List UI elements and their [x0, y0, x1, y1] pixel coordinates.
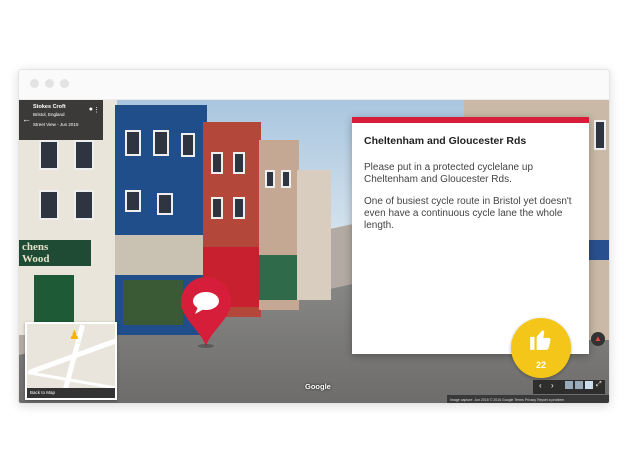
date-label[interactable]: Street View - Jun 2015	[33, 122, 99, 127]
card-title: Cheltenham and Gloucester Rds	[364, 135, 527, 147]
minimap[interactable]: ♟ Back to Map	[25, 322, 117, 400]
chevron-left-icon[interactable]: ‹	[539, 381, 542, 390]
card-paragraph-1: Please put in a protected cyclelane up C…	[364, 162, 533, 185]
like-count: 22	[535, 360, 546, 370]
location-header: ← Stokes Croft Bristol, England Street V…	[19, 100, 103, 140]
pegman-icon[interactable]: ♟	[69, 328, 80, 342]
attribution-footer[interactable]: Image capture: Jun 2015 © 2016 Google Te…	[447, 395, 609, 403]
close-dot[interactable]	[30, 79, 39, 88]
maximize-dot[interactable]	[60, 79, 69, 88]
pano-thumbnail[interactable]	[565, 381, 573, 389]
expand-icon[interactable]: ⤢	[596, 381, 602, 389]
like-button[interactable]: 22	[511, 318, 571, 378]
more-vert-icon[interactable]: ⋮	[93, 106, 100, 114]
thumbs-up-icon	[530, 330, 551, 350]
compass-icon[interactable]: ▲	[591, 332, 605, 346]
minimize-dot[interactable]	[45, 79, 54, 88]
card-paragraph-2: One of busiest cycle route in Bristol ye…	[364, 196, 572, 231]
pano-navigation: ‹ › ⤢	[533, 380, 605, 394]
back-to-map-button[interactable]: Back to Map	[27, 388, 115, 398]
pano-thumbnail[interactable]	[585, 381, 593, 389]
comment-marker-icon[interactable]	[179, 276, 233, 348]
chevron-right-icon[interactable]: ›	[551, 381, 554, 390]
comment-card: Cheltenham and Gloucester Rds Please put…	[352, 117, 589, 354]
street-view-panorama[interactable]: chens Wood ← Stokes Croft Bristol, Engla…	[19, 100, 609, 403]
google-watermark: Google	[305, 382, 331, 391]
title-bar	[19, 70, 609, 100]
arrow-left-icon[interactable]: ←	[22, 114, 31, 124]
building-tan	[259, 140, 299, 310]
shop-sign: chens Wood	[19, 240, 91, 266]
building-far	[297, 170, 331, 300]
pano-thumbnail[interactable]	[575, 381, 583, 389]
browser-window: chens Wood ← Stokes Croft Bristol, Engla…	[18, 69, 610, 404]
